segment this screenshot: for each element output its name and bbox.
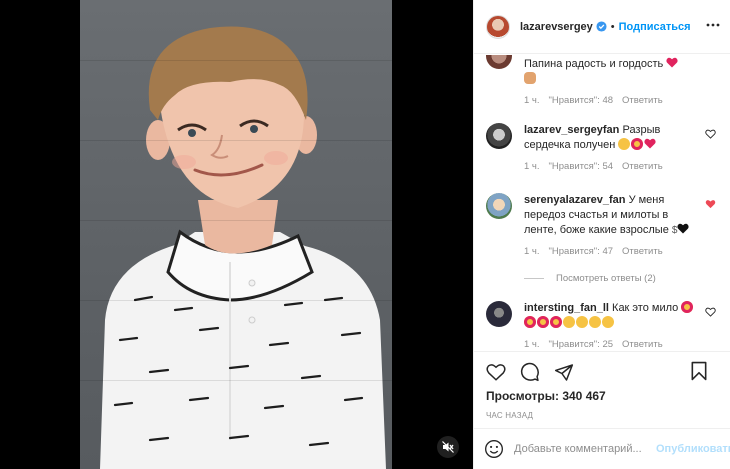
share-icon[interactable] bbox=[554, 363, 574, 382]
reply-button[interactable]: Ответить bbox=[622, 246, 663, 257]
commenter-avatar[interactable] bbox=[486, 301, 512, 327]
header-separator: • bbox=[610, 20, 615, 33]
add-comment-bar: Опубликовать bbox=[474, 428, 730, 469]
verified-badge-icon bbox=[596, 21, 607, 32]
comment-item: serenyalazarev_fan У меня передоз счасть… bbox=[486, 193, 718, 257]
commenter-avatar[interactable] bbox=[486, 55, 512, 69]
comment-meta: 1 ч. "Нравится": 47 Ответить bbox=[524, 246, 718, 257]
comment-meta: 1 ч. "Нравится": 25 Ответить bbox=[524, 339, 718, 350]
more-options-icon[interactable] bbox=[706, 18, 720, 35]
sad-emoji bbox=[563, 316, 575, 328]
commenter-avatar[interactable] bbox=[486, 193, 512, 219]
comment-text: lazarev_sergeyfan Разрыв сердечка получе… bbox=[524, 124, 661, 151]
reply-button[interactable]: Ответить bbox=[622, 161, 663, 172]
publish-button[interactable]: Опубликовать bbox=[656, 443, 730, 455]
comment-username[interactable]: intersting_fan_ll bbox=[524, 302, 609, 314]
post-actions: Просмотры: 340 467 час назад bbox=[474, 351, 730, 420]
comment-time[interactable]: 1 ч. bbox=[524, 161, 540, 172]
comments-list[interactable]: Папина радость и гордость 1 ч. "Нравится… bbox=[474, 55, 730, 350]
comment-meta: 1 ч. "Нравится": 54 Ответить bbox=[524, 161, 718, 172]
post-time[interactable]: час назад bbox=[486, 411, 719, 420]
post-header: lazarevsergey • Подписаться bbox=[474, 0, 730, 54]
author-avatar[interactable] bbox=[486, 14, 510, 39]
red-heart-emoji bbox=[644, 138, 656, 149]
comment-icon[interactable] bbox=[520, 362, 540, 382]
bookmark-icon[interactable] bbox=[691, 361, 707, 381]
post-side-panel: lazarevsergey • Подписаться Папина радос… bbox=[473, 0, 730, 469]
reply-button[interactable]: Ответить bbox=[622, 95, 663, 106]
heart-eyes-emoji bbox=[681, 301, 694, 313]
boy-illustration bbox=[100, 26, 386, 469]
sad-emoji bbox=[602, 316, 614, 328]
comment-likes[interactable]: "Нравится": 47 bbox=[549, 246, 614, 257]
sad-emoji bbox=[576, 316, 588, 328]
sad-emoji bbox=[618, 138, 631, 150]
like-comment-heart-icon[interactable] bbox=[705, 307, 716, 320]
comment-time[interactable]: 1 ч. bbox=[524, 95, 540, 106]
comment-text: Папина радость и гордость bbox=[524, 55, 718, 87]
commenter-avatar[interactable] bbox=[486, 123, 512, 149]
post-video[interactable] bbox=[80, 0, 392, 469]
comment-username[interactable]: lazarev_sergeyfan bbox=[524, 124, 619, 136]
heart-eyes-emoji bbox=[631, 138, 644, 150]
mute-icon bbox=[442, 441, 454, 453]
emoji-icon[interactable] bbox=[484, 439, 504, 459]
hands-emoji bbox=[524, 72, 536, 84]
comment-item: intersting_fan_ll Как это мило 1 ч. "Нра… bbox=[486, 301, 718, 350]
liked-comment-heart-icon[interactable] bbox=[705, 199, 716, 212]
red-heart-emoji bbox=[666, 57, 678, 68]
media-area bbox=[0, 0, 473, 469]
comment-time[interactable]: 1 ч. bbox=[524, 246, 540, 257]
heart-eyes-emoji bbox=[537, 316, 549, 328]
comment-item: Папина радость и гордость 1 ч. "Нравится… bbox=[486, 55, 718, 106]
comment-input[interactable] bbox=[514, 443, 656, 455]
comment-item: lazarev_sergeyfan Разрыв сердечка получе… bbox=[486, 123, 718, 172]
comment-likes[interactable]: "Нравится": 25 bbox=[549, 339, 614, 350]
heart-icon[interactable] bbox=[486, 363, 506, 381]
author-username[interactable]: lazarevsergey bbox=[520, 21, 593, 33]
reply-button[interactable]: Ответить bbox=[622, 339, 663, 350]
like-comment-heart-icon[interactable] bbox=[705, 129, 716, 142]
mute-button[interactable] bbox=[437, 436, 459, 458]
black-heart-emoji bbox=[677, 223, 690, 234]
comment-text: serenyalazarev_fan У меня передоз счасть… bbox=[524, 193, 718, 238]
sad-emoji bbox=[589, 316, 601, 328]
comment-text: intersting_fan_ll Как это мило bbox=[524, 301, 718, 331]
action-icons-row bbox=[486, 352, 719, 392]
heart-eyes-emoji bbox=[550, 316, 562, 328]
comment-likes[interactable]: "Нравится": 54 bbox=[549, 161, 614, 172]
heart-eyes-emoji bbox=[524, 316, 536, 328]
follow-button[interactable]: Подписаться bbox=[619, 21, 691, 33]
view-replies-label: Посмотреть ответы (2) bbox=[556, 273, 656, 284]
comment-time[interactable]: 1 ч. bbox=[524, 339, 540, 350]
view-replies-button[interactable]: Посмотреть ответы (2) bbox=[524, 273, 656, 284]
comment-likes[interactable]: "Нравится": 48 bbox=[549, 95, 614, 106]
comment-meta: 1 ч. "Нравится": 48 Ответить bbox=[524, 95, 718, 106]
comment-username[interactable]: serenyalazarev_fan bbox=[524, 194, 626, 206]
replies-divider bbox=[524, 278, 544, 279]
